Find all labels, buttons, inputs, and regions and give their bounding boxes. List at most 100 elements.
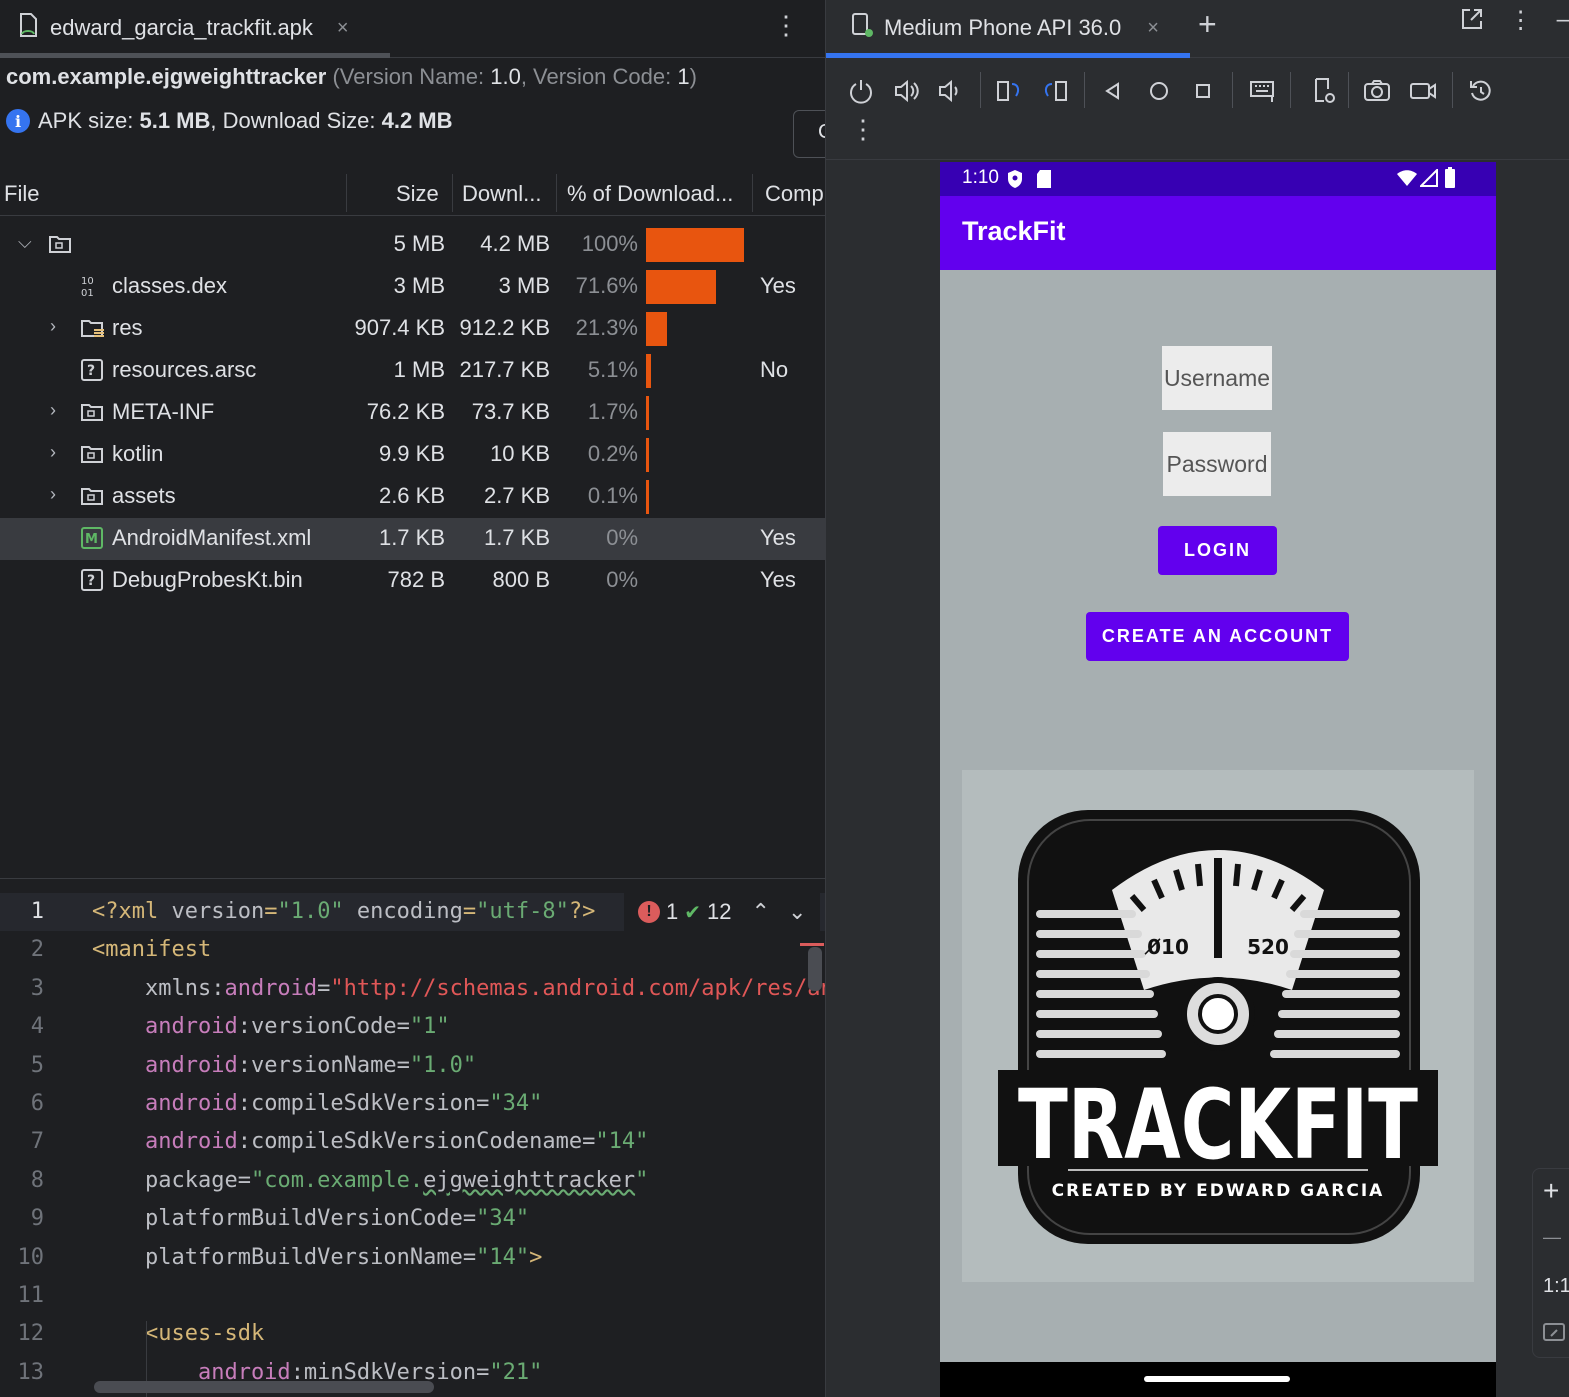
status-bar: 1:10 bbox=[940, 162, 1496, 196]
file-row[interactable]: ? resources.arsc 1 MB 217.7 KB 5.1% No bbox=[0, 350, 825, 392]
version-code: 1 bbox=[677, 64, 690, 89]
code-token: :compileSdkVersionCodename= bbox=[237, 1129, 596, 1155]
column-divider[interactable] bbox=[346, 174, 347, 212]
device-tab-label: Medium Phone API 36.0 bbox=[884, 15, 1122, 40]
file-row[interactable]: ? DebugProbesKt.bin 782 B 800 B 0% Yes bbox=[0, 560, 825, 602]
header-download-size[interactable]: Downl... bbox=[462, 181, 541, 207]
code-token: <?xml bbox=[92, 899, 172, 924]
camera-icon[interactable] bbox=[1362, 76, 1392, 106]
column-divider[interactable] bbox=[556, 174, 557, 212]
folder-icon bbox=[80, 484, 104, 508]
zoom-out-icon[interactable]: — bbox=[1543, 1227, 1561, 1248]
more-options-icon[interactable]: ⋮ bbox=[1509, 6, 1533, 39]
reset-icon[interactable] bbox=[1466, 76, 1496, 106]
home-gesture-pill[interactable] bbox=[1144, 1376, 1290, 1382]
code-token: xmlns: bbox=[92, 975, 225, 1001]
chevron-right-icon[interactable]: › bbox=[50, 316, 56, 337]
header-file[interactable]: File bbox=[4, 181, 39, 207]
code-line: android:versionName="1.0" bbox=[92, 1053, 476, 1078]
more-actions-icon[interactable]: ⋮ bbox=[850, 114, 876, 145]
code-area[interactable]: <?xml version="1.0" encoding="utf-8"?> <m… bbox=[92, 879, 825, 1397]
app-bar: TrackFit bbox=[940, 196, 1496, 270]
code-token: "14" bbox=[476, 1244, 530, 1270]
code-token: encoding bbox=[343, 899, 463, 924]
file-row[interactable]: › assets 2.6 KB 2.7 KB 0.1% bbox=[0, 476, 825, 518]
pane-actions: ⋮ – bbox=[1459, 6, 1569, 39]
zoom-in-icon[interactable]: + bbox=[1543, 1175, 1559, 1207]
file-row[interactable]: M AndroidManifest.xml 1.7 KB 1.7 KB 0% Yes bbox=[0, 518, 825, 560]
dex-icon: 10 01 bbox=[80, 274, 104, 299]
resource-folder-icon bbox=[80, 316, 104, 340]
line-number: 13 bbox=[17, 1359, 45, 1385]
create-account-button[interactable]: CREATE AN ACCOUNT bbox=[1086, 612, 1349, 661]
rotate-left-icon[interactable] bbox=[994, 76, 1024, 106]
code-token: :versionCode= bbox=[237, 1014, 410, 1040]
back-icon[interactable] bbox=[1098, 76, 1128, 106]
file-compressed: Yes bbox=[760, 525, 796, 550]
home-icon[interactable] bbox=[1144, 76, 1174, 106]
close-device-tab-icon[interactable]: × bbox=[1147, 17, 1159, 40]
file-download-size: 3 MB bbox=[498, 273, 550, 298]
package-line: com.example.ejgweighttracker (Version Na… bbox=[6, 64, 697, 90]
svg-text:01: 01 bbox=[81, 288, 94, 298]
minimize-icon[interactable]: – bbox=[1557, 6, 1569, 39]
login-button[interactable]: LOGIN bbox=[1158, 526, 1277, 575]
logo-wordmark: TRACKFIT bbox=[1018, 1069, 1418, 1181]
chevron-right-icon[interactable]: › bbox=[50, 400, 56, 421]
download-share-bar bbox=[646, 312, 667, 346]
previous-issue-icon[interactable]: ⌃ bbox=[752, 899, 770, 925]
close-tab-icon[interactable]: × bbox=[337, 17, 349, 40]
line-number: 6 bbox=[30, 1091, 44, 1116]
more-options-icon[interactable]: ⋮ bbox=[773, 10, 799, 41]
file-percent: 71.6% bbox=[575, 273, 638, 298]
keyboard-icon[interactable] bbox=[1248, 76, 1278, 106]
volume-down-icon[interactable] bbox=[936, 76, 966, 106]
svg-text:10: 10 bbox=[81, 276, 94, 287]
device-tab[interactable]: Medium Phone API 36.0 × bbox=[826, 0, 1190, 58]
file-row[interactable]: 10 01 classes.dex 3 MB 3 MB 71.6% Yes bbox=[0, 266, 825, 308]
username-field[interactable]: Username bbox=[1162, 346, 1272, 410]
zoom-fit-icon[interactable] bbox=[1543, 1321, 1565, 1343]
apk-file-tab[interactable]: edward_garcia_trackfit.apk × bbox=[0, 0, 390, 58]
device-tab-bar: Medium Phone API 36.0 × + ⋮ – bbox=[826, 0, 1569, 58]
screen-record-icon[interactable] bbox=[1408, 76, 1438, 106]
rotate-right-icon[interactable] bbox=[1040, 76, 1070, 106]
error-stripe-marker[interactable] bbox=[800, 943, 824, 946]
file-size: 782 B bbox=[387, 567, 446, 592]
file-size: 1.7 KB bbox=[378, 525, 445, 550]
power-icon[interactable] bbox=[846, 76, 876, 106]
vertical-scrollbar[interactable] bbox=[808, 947, 822, 991]
apk-size: 5.1 MB bbox=[139, 108, 211, 133]
device-screen[interactable]: 1:10 TrackFit Username Password LOGIN CR… bbox=[940, 162, 1496, 1397]
inspection-widget[interactable]: ! 1 ✔ 12 ⌃ ⌄ bbox=[624, 893, 820, 931]
file-row[interactable]: › kotlin 9.9 KB 10 KB 0.2% bbox=[0, 434, 825, 476]
file-row[interactable]: › META-INF 76.2 KB 73.7 KB 1.7% bbox=[0, 392, 825, 434]
zoom-actual-size[interactable]: 1:1 bbox=[1543, 1275, 1569, 1298]
file-name: resources.arsc bbox=[112, 357, 257, 382]
next-issue-icon[interactable]: ⌄ bbox=[788, 899, 806, 925]
chevron-right-icon[interactable]: › bbox=[50, 442, 56, 463]
chevron-right-icon[interactable]: › bbox=[50, 484, 56, 505]
column-divider[interactable] bbox=[752, 174, 753, 212]
file-percent: 5.1% bbox=[587, 357, 638, 382]
overview-icon[interactable] bbox=[1188, 76, 1218, 106]
folder-icon bbox=[48, 232, 72, 256]
detach-window-icon[interactable] bbox=[1459, 6, 1485, 39]
file-download-size: 912.2 KB bbox=[459, 315, 550, 340]
file-row[interactable]: › res 907.4 KB 912.2 KB 21.3% bbox=[0, 308, 825, 350]
add-device-icon[interactable]: + bbox=[1198, 6, 1217, 43]
file-row[interactable]: ⌵ 5 MB 4.2 MB 100% bbox=[0, 224, 825, 266]
horizontal-scrollbar[interactable] bbox=[94, 1381, 434, 1393]
chevron-down-icon[interactable]: ⌵ bbox=[18, 232, 32, 253]
header-compressed[interactable]: Comp bbox=[765, 181, 824, 207]
size-line: i APK size: 5.1 MB, Download Size: 4.2 M… bbox=[6, 108, 453, 134]
password-field[interactable]: Password bbox=[1163, 432, 1271, 496]
header-size[interactable]: Size bbox=[396, 181, 439, 207]
shield-icon bbox=[1008, 170, 1022, 188]
header-percent-download[interactable]: % of Download... bbox=[567, 181, 733, 207]
file-download-size: 4.2 MB bbox=[480, 231, 550, 256]
column-divider[interactable] bbox=[452, 174, 453, 212]
device-settings-icon[interactable] bbox=[1308, 76, 1338, 106]
manifest-code-editor[interactable]: 1 2 3 4 5 6 7 8 9 10 11 12 13 <?xml version="1.0" en… bbox=[0, 878, 825, 1397]
volume-up-icon[interactable] bbox=[892, 76, 922, 106]
